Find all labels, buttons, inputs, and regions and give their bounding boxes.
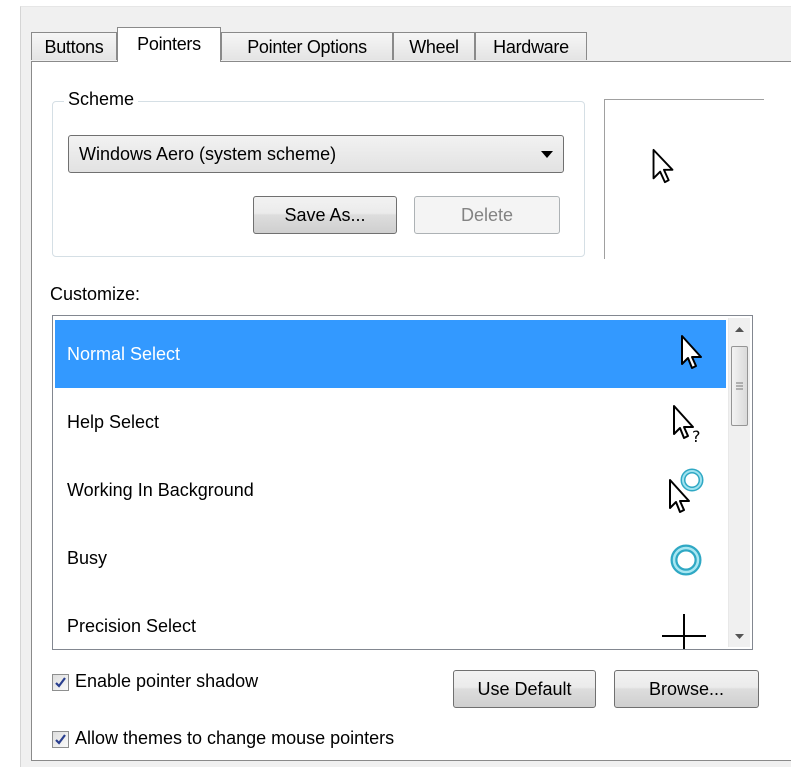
arrow-pointer-icon xyxy=(681,335,702,369)
pointer-preview xyxy=(604,99,764,259)
scrollbar-thumb[interactable] xyxy=(731,346,748,426)
scroll-up-icon[interactable] xyxy=(729,318,750,340)
arrow-pointer-icon xyxy=(652,148,674,184)
scroll-down-icon[interactable] xyxy=(729,625,750,647)
list-item[interactable]: Working In Background xyxy=(55,456,726,524)
crosshair-pointer-icon xyxy=(662,614,706,649)
list-item-label: Help Select xyxy=(67,412,160,432)
themes-label: Allow themes to change mouse pointers xyxy=(75,728,395,748)
busy-ring-icon xyxy=(670,544,702,576)
chevron-down-icon xyxy=(541,151,553,158)
use-default-button[interactable]: Use Default xyxy=(453,670,596,708)
list-item[interactable]: Busy xyxy=(55,524,726,592)
pointer-list[interactable]: Normal Select Help Select ? Working In B… xyxy=(52,315,753,650)
save-as-button[interactable]: Save As... xyxy=(253,196,397,234)
themes-option[interactable]: Allow themes to change mouse pointers xyxy=(52,728,394,749)
themes-checkbox[interactable] xyxy=(52,730,69,748)
scheme-label: Scheme xyxy=(64,89,139,110)
working-background-pointer-icon xyxy=(669,468,704,513)
list-item[interactable]: Precision Select xyxy=(55,592,726,649)
tab-wheel[interactable]: Wheel xyxy=(393,32,475,60)
list-scrollbar[interactable] xyxy=(728,318,750,647)
list-item-label: Working In Background xyxy=(67,480,254,500)
tab-hardware[interactable]: Hardware xyxy=(475,32,587,60)
shadow-checkbox[interactable] xyxy=(52,673,69,691)
checkmark-icon xyxy=(55,734,66,745)
grip-icon xyxy=(736,382,743,390)
list-item[interactable]: Help Select ? xyxy=(55,388,726,456)
customize-label: Customize: xyxy=(50,284,141,304)
checkmark-icon xyxy=(55,677,66,688)
delete-button[interactable]: Delete xyxy=(414,196,560,234)
help-pointer-icon: ? xyxy=(673,405,701,446)
scheme-dropdown-value: Windows Aero (system scheme) xyxy=(79,144,337,164)
tab-buttons[interactable]: Buttons xyxy=(31,32,117,60)
list-item[interactable]: Normal Select xyxy=(55,320,726,388)
browse-button[interactable]: Browse... xyxy=(614,670,759,708)
scheme-dropdown[interactable]: Windows Aero (system scheme) xyxy=(68,135,564,173)
list-item-label: Busy xyxy=(67,548,108,568)
tab-pointers[interactable]: Pointers xyxy=(117,27,221,62)
list-item-label: Precision Select xyxy=(67,616,197,636)
svg-text:?: ? xyxy=(692,427,701,446)
list-item-label: Normal Select xyxy=(67,344,181,364)
tab-pointer-options[interactable]: Pointer Options xyxy=(221,32,393,60)
shadow-option[interactable]: Enable pointer shadow xyxy=(52,671,258,692)
shadow-label: Enable pointer shadow xyxy=(75,671,259,691)
